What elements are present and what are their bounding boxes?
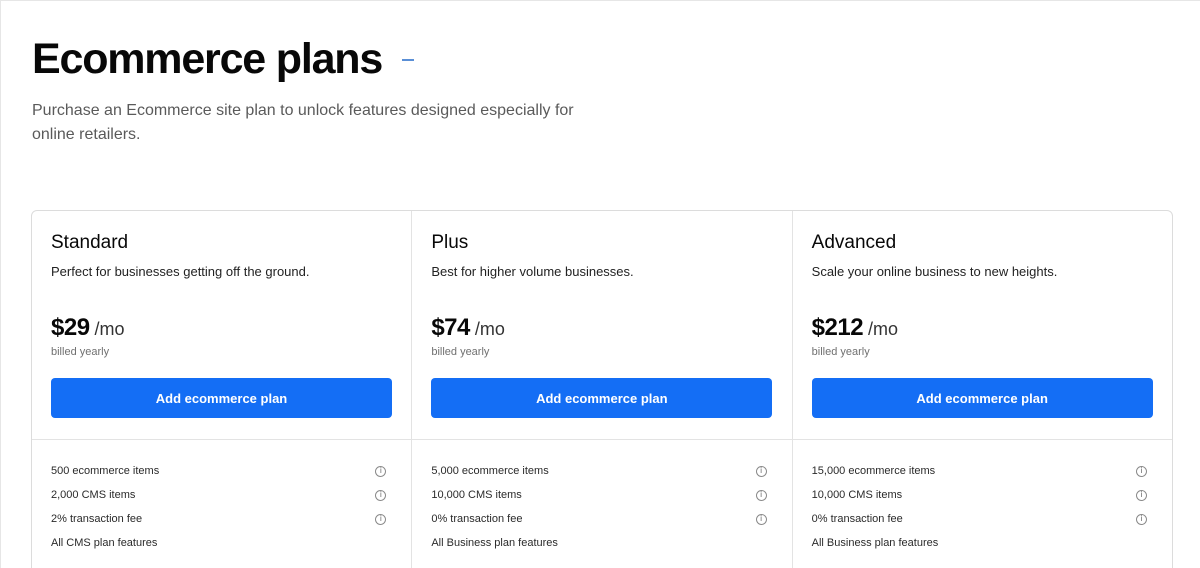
page-subtitle: Purchase an Ecommerce site plan to unloc…	[32, 102, 574, 143]
feature-item: 10,000 CMS items i	[431, 483, 772, 507]
plans-grid: Standard Perfect for businesses getting …	[31, 210, 1173, 568]
price-period: /mo	[868, 319, 899, 339]
page: Ecommerce plans Purchase an Ecommerce si…	[0, 0, 1200, 568]
info-icon[interactable]: i	[375, 465, 387, 477]
plan-card-plus: Plus Best for higher volume businesses. …	[412, 211, 793, 568]
plan-price: $74	[431, 314, 470, 341]
feature-item: All Business plan features	[812, 531, 1153, 555]
title-row: Ecommerce plans	[32, 33, 415, 85]
feature-label: All Business plan features	[431, 537, 558, 549]
feature-item: 500 ecommerce items i	[51, 459, 392, 483]
plan-description: Scale your online business to new height…	[811, 264, 1058, 279]
billing-note: billed yearly	[431, 346, 490, 358]
info-icon[interactable]: i	[755, 489, 767, 501]
plan-description: Perfect for businesses getting off the g…	[51, 264, 310, 279]
feature-label: 2,000 CMS items	[51, 489, 136, 501]
feature-item: 0% transaction fee i	[812, 507, 1153, 531]
price-row: $74 /mo	[431, 314, 772, 342]
info-icon[interactable]: i	[375, 489, 387, 501]
feature-item: 10,000 CMS items i	[812, 483, 1153, 507]
feature-list: 500 ecommerce items i 2,000 CMS items i …	[32, 440, 411, 555]
info-icon[interactable]: i	[375, 513, 387, 525]
add-ecommerce-plan-button[interactable]: Add ecommerce plan	[431, 378, 773, 418]
feature-item: 0% transaction fee i	[431, 507, 772, 531]
plan-card-standard: Standard Perfect for businesses getting …	[32, 211, 413, 568]
feature-label: 0% transaction fee	[431, 513, 523, 525]
feature-list: 5,000 ecommerce items i 10,000 CMS items…	[412, 440, 791, 555]
info-icon[interactable]: i	[755, 465, 767, 477]
plan-header: Advanced Scale your online business to n…	[792, 211, 1172, 440]
price-period: /mo	[94, 319, 125, 339]
feature-label: 10,000 CMS items	[431, 489, 522, 501]
feature-label: 15,000 ecommerce items	[811, 465, 936, 477]
feature-label: 2% transaction fee	[51, 513, 143, 525]
add-ecommerce-plan-button[interactable]: Add ecommerce plan	[51, 378, 392, 418]
feature-list: 15,000 ecommerce items i 10,000 CMS item…	[793, 440, 1172, 555]
info-icon[interactable]: i	[1135, 489, 1147, 501]
plan-header: Plus Best for higher volume businesses. …	[412, 211, 792, 440]
plan-price: $29	[51, 314, 90, 341]
page-title: Ecommerce plans	[32, 35, 383, 83]
add-ecommerce-plan-button[interactable]: Add ecommerce plan	[811, 378, 1153, 418]
feature-label: All Business plan features	[811, 537, 939, 549]
feature-label: 0% transaction fee	[811, 513, 903, 525]
plan-name: Advanced	[811, 232, 897, 253]
info-icon[interactable]: i	[1135, 513, 1147, 525]
feature-item: 5,000 ecommerce items i	[431, 459, 772, 483]
plan-header: Standard Perfect for businesses getting …	[32, 211, 412, 440]
feature-label: 500 ecommerce items	[51, 465, 160, 477]
title-accent-dash	[402, 59, 415, 61]
info-icon[interactable]: i	[1135, 465, 1147, 477]
feature-item: 15,000 ecommerce items i	[812, 459, 1153, 483]
billing-note: billed yearly	[811, 346, 870, 358]
price-row: $212 /mo	[812, 314, 1153, 342]
plan-name: Standard	[51, 232, 129, 253]
feature-item: 2% transaction fee i	[51, 507, 392, 531]
feature-label: All CMS plan features	[51, 537, 158, 549]
feature-item: All CMS plan features	[51, 531, 392, 555]
plan-card-advanced: Advanced Scale your online business to n…	[792, 211, 1172, 568]
price-period: /mo	[474, 319, 505, 339]
feature-label: 5,000 ecommerce items	[431, 465, 549, 477]
plan-description: Best for higher volume businesses.	[431, 264, 634, 279]
feature-label: 10,000 CMS items	[811, 489, 903, 501]
price-row: $29 /mo	[51, 314, 392, 342]
plan-price: $212	[811, 314, 864, 341]
feature-item: All Business plan features	[431, 531, 772, 555]
feature-item: 2,000 CMS items i	[51, 483, 392, 507]
billing-note: billed yearly	[51, 346, 110, 358]
info-icon[interactable]: i	[755, 513, 767, 525]
plan-name: Plus	[431, 232, 469, 253]
